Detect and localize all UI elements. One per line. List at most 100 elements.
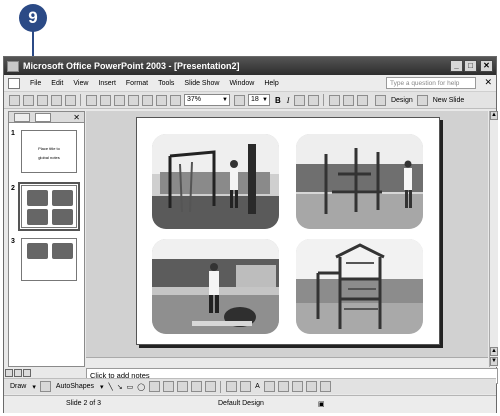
slide-thumbnail-3[interactable] — [21, 238, 77, 281]
picture-icon[interactable] — [204, 381, 216, 392]
shadow-icon[interactable] — [306, 381, 318, 392]
fill-color-icon[interactable] — [225, 381, 237, 392]
3d-icon[interactable] — [320, 381, 332, 392]
slide-thumbnail-2[interactable] — [18, 182, 80, 231]
numbering-icon[interactable] — [328, 94, 340, 106]
font-color-icon[interactable] — [356, 94, 368, 106]
slide-sorter-view-icon[interactable] — [14, 369, 22, 377]
close-document-icon[interactable]: ✕ — [484, 77, 492, 88]
clipart-icon[interactable] — [190, 381, 202, 392]
menu-view[interactable]: View — [68, 80, 93, 87]
design-icon — [375, 94, 387, 106]
menu-insert[interactable]: Insert — [93, 80, 121, 87]
playset-tower-photo[interactable] — [296, 239, 423, 334]
menu-bar: File Edit View Insert Format Tools Slide… — [4, 75, 496, 92]
open-icon[interactable] — [22, 94, 34, 106]
table-icon[interactable] — [169, 94, 181, 106]
print-icon[interactable] — [50, 94, 62, 106]
slide-number: 1 — [11, 130, 15, 137]
toolbar: 37% ▼ 18 ▼ B I Design New Slide — [4, 92, 496, 109]
powerpoint-app-icon[interactable] — [7, 60, 19, 72]
textbox-icon[interactable] — [148, 381, 160, 392]
line-icon[interactable]: ╲ — [109, 383, 113, 391]
chevron-down-icon: ▾ — [100, 383, 104, 391]
maximize-button[interactable]: □ — [464, 60, 477, 72]
chart-icon[interactable] — [155, 94, 167, 106]
menu-tools[interactable]: Tools — [153, 80, 179, 87]
horizontal-scrollbar[interactable] — [86, 357, 488, 367]
playset-frame-photo[interactable] — [296, 134, 423, 229]
menu-format[interactable]: Format — [121, 80, 153, 87]
wordart-icon[interactable] — [162, 381, 174, 392]
line-color-icon[interactable] — [239, 381, 251, 392]
chevron-down-icon: ▼ — [262, 97, 268, 103]
select-objects-icon[interactable] — [40, 381, 52, 392]
current-slide[interactable] — [136, 117, 440, 345]
vertical-scrollbar[interactable]: ▲ ▲ ▼ — [489, 111, 498, 367]
font-size-select[interactable]: 18 ▼ — [248, 94, 270, 106]
normal-view-icon[interactable] — [5, 369, 13, 377]
line-style-icon[interactable] — [264, 381, 276, 392]
menu-help[interactable]: Help — [259, 80, 283, 87]
new-slide-button[interactable]: New Slide — [433, 97, 465, 104]
toolbar-separator — [323, 94, 325, 106]
thumbnail-title-text: Place title to — [38, 146, 60, 151]
menu-slide-show[interactable]: Slide Show — [179, 80, 224, 87]
slide-number: 3 — [11, 238, 15, 245]
bold-button[interactable]: B — [272, 96, 284, 105]
align-center-icon[interactable] — [307, 94, 319, 106]
thumbnail-photo — [52, 209, 73, 225]
document-icon[interactable] — [8, 77, 20, 89]
slide-show-view-icon[interactable] — [23, 369, 31, 377]
save-icon[interactable] — [36, 94, 48, 106]
diagram-icon[interactable] — [176, 381, 188, 392]
toolbar-separator — [220, 380, 222, 393]
new-file-icon[interactable] — [8, 94, 20, 106]
swing-set-photo[interactable] — [152, 134, 279, 229]
menu-edit[interactable]: Edit — [46, 80, 68, 87]
paste-icon[interactable] — [113, 94, 125, 106]
menu-window[interactable]: Window — [224, 80, 259, 87]
slide-editing-area[interactable] — [86, 111, 488, 357]
arrow-icon[interactable]: ↘ — [117, 383, 123, 391]
font-size-value: 18 — [251, 96, 259, 103]
slide-thumbnail-row: 2 — [11, 182, 80, 231]
dash-style-icon[interactable] — [278, 381, 290, 392]
spelling-status-icon: ▣ — [318, 401, 325, 408]
title-bar: Microsoft Office PowerPoint 2003 - [Pres… — [4, 57, 496, 75]
copy-icon[interactable] — [99, 94, 111, 106]
panel-tabs: ✕ — [9, 112, 84, 123]
font-color-a-icon[interactable]: A — [255, 383, 260, 390]
undo-icon[interactable] — [127, 94, 139, 106]
spelling-icon[interactable] — [64, 94, 76, 106]
draw-menu-button[interactable]: Draw — [10, 383, 26, 390]
outline-tab[interactable] — [14, 112, 30, 122]
design-button[interactable]: Design — [391, 97, 413, 104]
help-search-input[interactable]: Type a question for help — [386, 77, 476, 89]
next-slide-icon[interactable]: ▼ — [490, 357, 498, 366]
panel-close-icon[interactable]: ✕ — [73, 113, 80, 122]
zoom-value: 37% — [187, 96, 202, 103]
redo-icon[interactable] — [141, 94, 153, 106]
oval-icon[interactable]: ◯ — [137, 383, 145, 391]
slides-tab[interactable] — [35, 112, 51, 122]
thumbnail-photo — [27, 190, 48, 206]
close-button[interactable]: ✕ — [480, 60, 493, 72]
align-left-icon[interactable] — [293, 94, 305, 106]
arrow-style-icon[interactable] — [292, 381, 304, 392]
zoom-select[interactable]: 37% ▼ — [184, 94, 230, 106]
slide-thumbnail-1[interactable]: Place title to global notes — [21, 130, 77, 173]
autoshapes-menu-button[interactable]: AutoShapes — [56, 383, 94, 390]
rectangle-icon[interactable]: ▭ — [127, 383, 134, 391]
previous-slide-icon[interactable]: ▲ — [490, 347, 498, 356]
menu-file[interactable]: File — [25, 80, 46, 87]
building-playset-photo[interactable] — [152, 239, 279, 334]
cut-icon[interactable] — [85, 94, 97, 106]
view-buttons — [5, 369, 32, 377]
bullets-icon[interactable] — [342, 94, 354, 106]
minimize-button[interactable]: _ — [450, 60, 463, 72]
chevron-down-icon: ▼ — [222, 97, 228, 103]
help-icon[interactable] — [233, 94, 245, 106]
italic-button[interactable]: I — [284, 96, 293, 105]
scroll-up-icon[interactable]: ▲ — [490, 111, 498, 120]
